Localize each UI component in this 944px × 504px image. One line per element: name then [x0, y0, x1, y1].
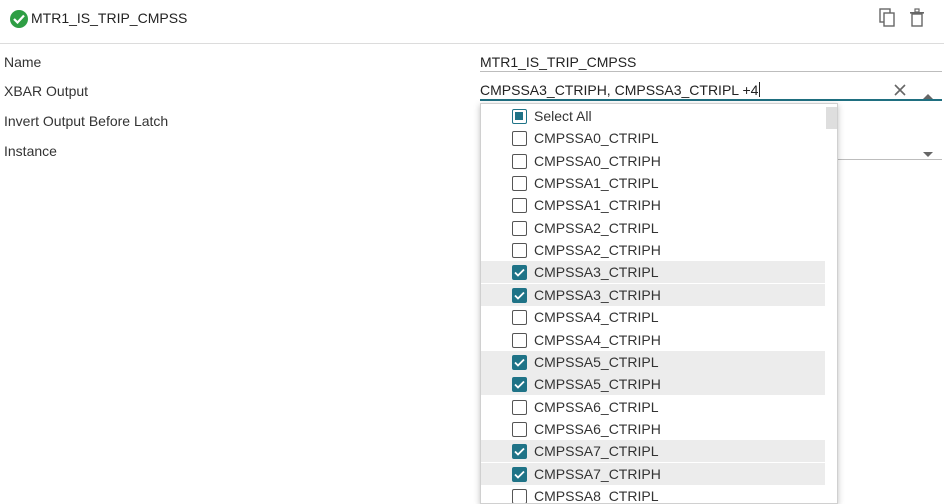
- option-label: CMPSSA1_CTRIPH: [534, 197, 661, 214]
- dropdown-option[interactable]: CMPSSA3_CTRIPH: [481, 283, 825, 306]
- dropdown-option[interactable]: CMPSSA8_CTRIPL: [481, 485, 825, 504]
- checkmark-icon: [514, 381, 525, 389]
- checkmark-icon: [514, 269, 525, 278]
- invert-output-label: Invert Output Before Latch: [4, 113, 169, 129]
- option-label: CMPSSA1_CTRIPL: [534, 175, 659, 192]
- option-label: CMPSSA4_CTRIPL: [534, 309, 659, 326]
- expand-arrow-icon[interactable]: [922, 146, 934, 157]
- option-label: CMPSSA0_CTRIPL: [534, 130, 659, 147]
- checkbox[interactable]: [512, 220, 527, 236]
- clear-icon[interactable]: [893, 83, 907, 97]
- checkbox[interactable]: [512, 488, 527, 503]
- dropdown-option[interactable]: CMPSSA0_CTRIPH: [481, 150, 825, 172]
- option-label: CMPSSA5_CTRIPL: [534, 353, 659, 370]
- checkbox[interactable]: [512, 421, 527, 437]
- config-header: MTR1_IS_TRIP_CMPSS: [0, 0, 944, 44]
- dropdown-option[interactable]: CMPSSA5_CTRIPH: [481, 373, 825, 396]
- checkbox[interactable]: [512, 198, 527, 214]
- xbar-output-value: CMPSSA3_CTRIPH, CMPSSA3_CTRIPL +4: [480, 82, 759, 98]
- checkbox[interactable]: [512, 399, 527, 415]
- option-label: CMPSSA4_CTRIPH: [534, 331, 661, 348]
- dropdown-option[interactable]: CMPSSA1_CTRIPH: [481, 194, 825, 216]
- option-label: CMPSSA0_CTRIPH: [534, 152, 661, 169]
- checkbox[interactable]: [512, 377, 527, 393]
- checkbox[interactable]: [512, 131, 527, 147]
- checkbox[interactable]: [512, 153, 527, 169]
- dropdown-option[interactable]: CMPSSA3_CTRIPL: [481, 261, 825, 284]
- option-label: CMPSSA6_CTRIPL: [534, 398, 659, 415]
- dropdown-option[interactable]: CMPSSA2_CTRIPL: [481, 217, 825, 239]
- xbar-output-label: XBAR Output: [4, 83, 89, 99]
- instance-label: Instance: [4, 143, 57, 159]
- dropdown-option[interactable]: CMPSSA4_CTRIPH: [481, 329, 825, 351]
- dropdown-option[interactable]: CMPSSA1_CTRIPL: [481, 172, 825, 194]
- checkmark-icon: [514, 470, 525, 479]
- dropdown-option[interactable]: CMPSSA6_CTRIPL: [481, 396, 825, 418]
- option-label: CMPSSA7_CTRIPL: [534, 443, 659, 460]
- checkbox[interactable]: [512, 444, 527, 460]
- checkbox[interactable]: [512, 354, 527, 370]
- xbar-output-select[interactable]: CMPSSA3_CTRIPH, CMPSSA3_CTRIPL +4: [480, 82, 942, 101]
- checkbox[interactable]: [512, 265, 527, 281]
- checkbox[interactable]: [512, 287, 527, 303]
- dropdown-option[interactable]: CMPSSA7_CTRIPL: [481, 440, 825, 463]
- delete-icon[interactable]: [910, 8, 924, 28]
- xbar-output-dropdown[interactable]: CMPSSA8_CTRIPL CMPSSA7_CTRIPH CMPSSA7_CTRI…: [480, 103, 838, 504]
- collapse-arrow-icon[interactable]: [922, 87, 934, 99]
- checkbox[interactable]: [512, 332, 527, 348]
- option-label: CMPSSA5_CTRIPH: [534, 376, 661, 393]
- option-label: CMPSSA3_CTRIPH: [534, 286, 661, 303]
- name-input-value: MTR1_IS_TRIP_CMPSS: [480, 54, 637, 70]
- option-label: CMPSSA8_CTRIPL: [534, 487, 659, 504]
- name-input[interactable]: MTR1_IS_TRIP_CMPSS: [480, 54, 942, 72]
- checkbox[interactable]: [512, 310, 527, 326]
- scrollbar-track[interactable]: [825, 106, 837, 503]
- config-title: MTR1_IS_TRIP_CMPSS: [31, 10, 188, 26]
- option-label: Select All: [534, 108, 592, 124]
- dropdown-option[interactable]: CMPSSA7_CTRIPH: [481, 462, 825, 485]
- option-label: CMPSSA2_CTRIPL: [534, 219, 659, 236]
- checkbox[interactable]: [512, 109, 527, 124]
- scrollbar-thumb[interactable]: [826, 107, 837, 129]
- option-label: CMPSSA6_CTRIPH: [534, 420, 661, 437]
- option-label: CMPSSA3_CTRIPL: [534, 264, 659, 281]
- checkbox[interactable]: [512, 243, 527, 259]
- dropdown-option[interactable]: CMPSSA0_CTRIPL: [481, 127, 825, 149]
- select-all-option[interactable]: Select All: [481, 105, 825, 127]
- check-circle-icon: [10, 10, 28, 28]
- checkbox[interactable]: [512, 466, 527, 482]
- checkbox[interactable]: [512, 176, 527, 192]
- dropdown-option[interactable]: CMPSSA2_CTRIPH: [481, 239, 825, 261]
- dropdown-option[interactable]: CMPSSA6_CTRIPH: [481, 418, 825, 440]
- option-label: CMPSSA2_CTRIPH: [534, 242, 661, 259]
- copy-icon[interactable]: [879, 8, 895, 28]
- dropdown-option[interactable]: CMPSSA5_CTRIPL: [481, 350, 825, 373]
- text-caret: [759, 82, 761, 97]
- name-label: Name: [4, 54, 42, 70]
- dropdown-option[interactable]: CMPSSA4_CTRIPL: [481, 306, 825, 328]
- checkmark-icon: [514, 291, 525, 300]
- checkmark-icon: [514, 358, 525, 367]
- checkmark-icon: [514, 448, 525, 457]
- option-label: CMPSSA7_CTRIPH: [534, 465, 661, 482]
